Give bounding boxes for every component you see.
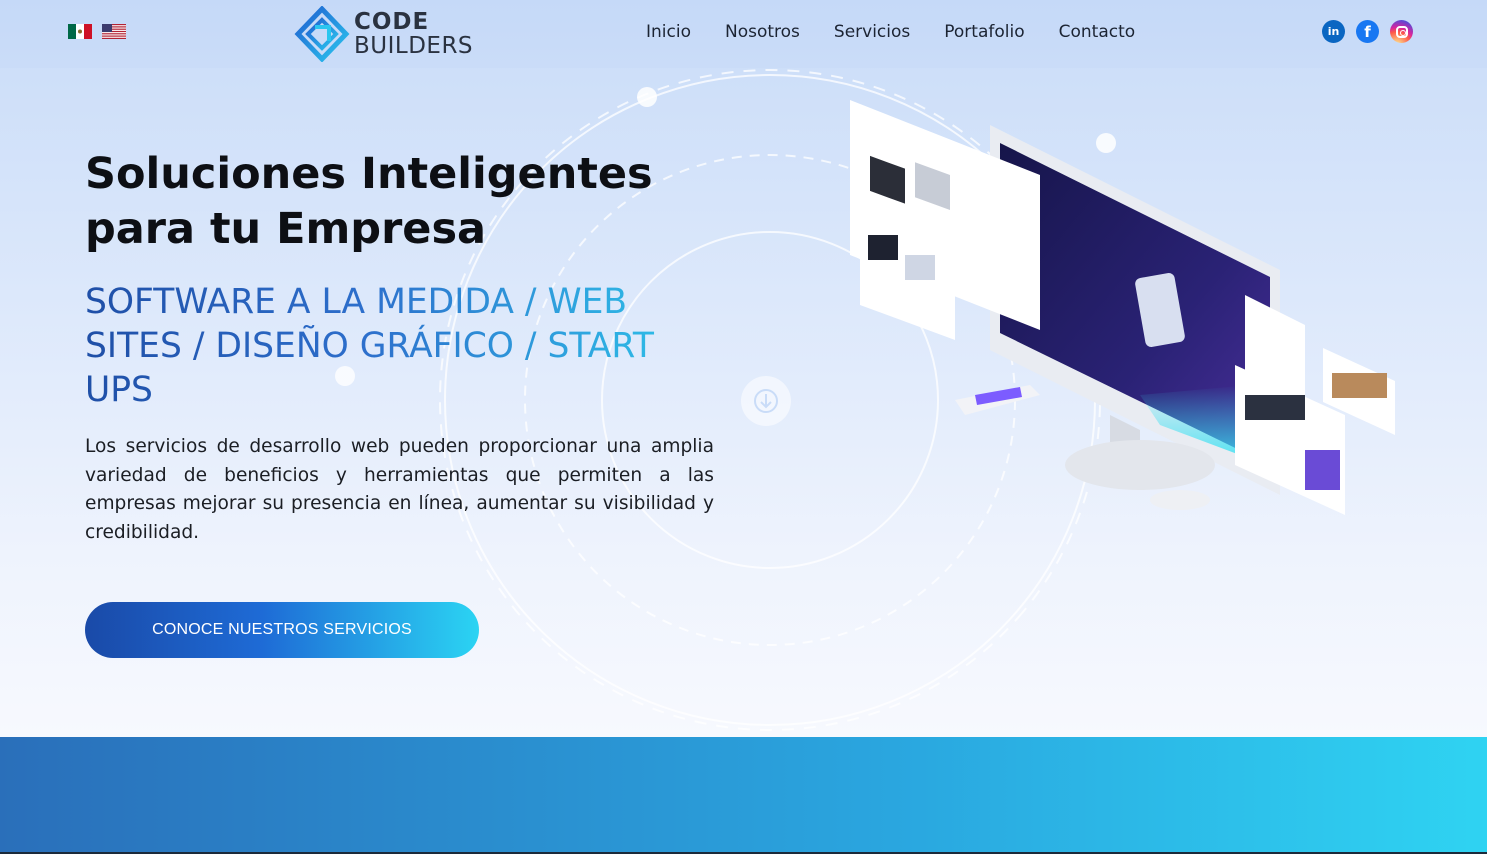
code-builders-logo-icon <box>294 6 350 62</box>
mexico-flag-icon[interactable] <box>68 24 92 39</box>
logo-text-code: CODE <box>354 8 430 35</box>
usa-flag-icon[interactable] <box>102 24 126 39</box>
instagram-icon[interactable] <box>1390 20 1413 43</box>
arrow-down-icon <box>754 389 778 413</box>
nav-item-portafolio[interactable]: Portafolio <box>944 22 1024 42</box>
social-links: in f <box>1322 20 1413 43</box>
services-cta-button[interactable]: CONOCE NUESTROS SERVICIOS <box>85 602 479 658</box>
main-nav: Inicio Nosotros Servicios Portafolio Con… <box>646 22 1169 42</box>
hero-description: Los servicios de desarrollo web pueden p… <box>85 436 714 543</box>
scroll-down-button[interactable] <box>741 376 791 426</box>
hero-subheadline: SOFTWARE A LA MEDIDA / WEB SITES / DISEÑ… <box>85 280 705 412</box>
logo-text-builders: BUILDERS <box>354 32 474 59</box>
brand-logo[interactable]: CODE BUILDERS <box>294 6 473 62</box>
nav-item-servicios[interactable]: Servicios <box>834 22 910 42</box>
devices-illustration <box>850 100 1395 515</box>
language-switcher <box>68 24 126 39</box>
nav-item-nosotros[interactable]: Nosotros <box>725 22 800 42</box>
nav-item-contacto[interactable]: Contacto <box>1059 22 1136 42</box>
hero-headline: Soluciones Inteligentes para tu Empresa <box>85 149 653 254</box>
hero-section: CODE BUILDERS Inicio Nosotros Servicios … <box>0 0 1487 737</box>
linkedin-icon[interactable]: in <box>1322 20 1345 43</box>
services-band <box>0 737 1487 854</box>
nav-item-inicio[interactable]: Inicio <box>646 22 691 42</box>
facebook-icon[interactable]: f <box>1356 20 1379 43</box>
